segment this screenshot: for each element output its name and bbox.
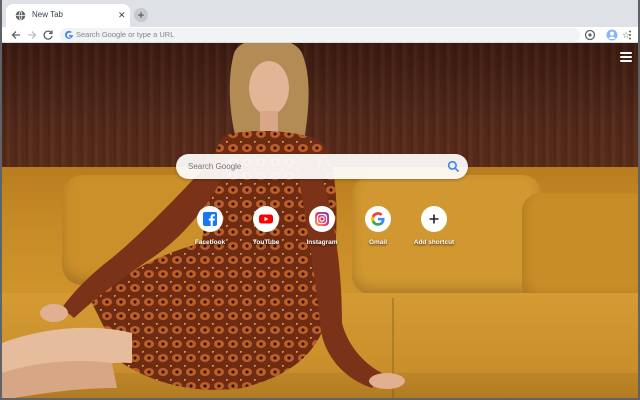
google-icon — [65, 30, 73, 39]
shortcut-gmail[interactable]: Gmail — [350, 206, 406, 256]
new-tab-button[interactable]: + — [134, 8, 148, 22]
shortcut-label: YouTube — [252, 239, 280, 246]
shortcut-label: Facebook — [194, 239, 226, 246]
search-icon[interactable] — [447, 160, 460, 173]
back-arrow-icon[interactable] — [10, 29, 22, 41]
browser-window: New Tab ✕ + Search Google or type a URL … — [0, 0, 640, 400]
shortcut-tile — [309, 206, 335, 232]
plus-icon — [429, 214, 439, 224]
shortcut-youtube[interactable]: YouTube — [238, 206, 294, 256]
search-input[interactable]: Search Google — [188, 161, 241, 172]
tab-strip: New Tab ✕ + — [2, 0, 638, 27]
shortcut-label: Instagram — [306, 239, 338, 246]
tab-title: New Tab — [32, 10, 63, 19]
shortcut-facebook[interactable]: Facebook — [182, 206, 238, 256]
youtube-icon — [259, 214, 273, 224]
shortcut-tile — [421, 206, 447, 232]
shortcut-label: Gmail — [368, 239, 388, 246]
close-icon[interactable]: ✕ — [118, 9, 126, 21]
toolbar: Search Google or type a URL ☆ — [2, 27, 638, 43]
extension-icon[interactable] — [584, 29, 596, 41]
shortcut-tile — [253, 206, 279, 232]
globe-icon — [15, 10, 26, 21]
shortcut-tile — [197, 206, 223, 232]
new-tab-page: Search Google Facebook YouTube Instagram… — [2, 43, 638, 398]
google-icon — [371, 212, 385, 226]
tab-new-tab[interactable]: New Tab ✕ — [6, 4, 130, 27]
forward-arrow-icon[interactable] — [26, 29, 38, 41]
hamburger-menu-icon[interactable] — [620, 52, 632, 62]
shortcut-label: Add shortcut — [413, 239, 455, 246]
instagram-icon — [315, 212, 329, 226]
reload-icon[interactable] — [42, 29, 54, 41]
facebook-icon — [203, 212, 217, 226]
shortcut-tile — [365, 206, 391, 232]
more-vert-icon[interactable] — [624, 29, 636, 41]
search-box[interactable]: Search Google — [176, 154, 468, 179]
shortcut-add[interactable]: Add shortcut — [406, 206, 462, 256]
omnibox[interactable]: Search Google or type a URL ☆ — [60, 28, 630, 42]
shortcut-instagram[interactable]: Instagram — [294, 206, 350, 256]
profile-avatar-icon[interactable] — [606, 29, 618, 41]
omnibox-placeholder: Search Google or type a URL — [76, 30, 175, 39]
